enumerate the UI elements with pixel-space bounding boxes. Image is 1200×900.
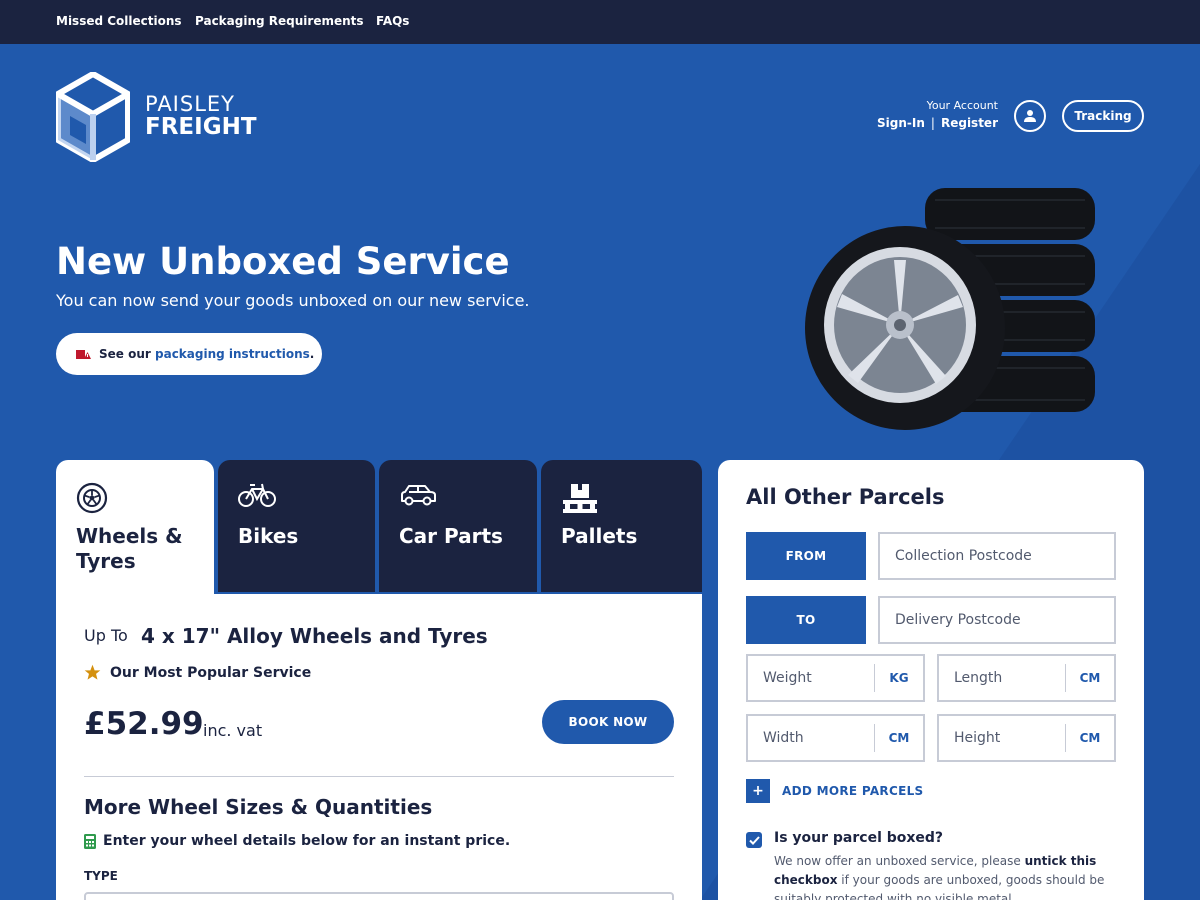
account-caption: Your Account xyxy=(926,99,998,112)
nav-faqs[interactable]: FAQs xyxy=(376,14,409,28)
tab-car-parts[interactable]: Car Parts xyxy=(379,460,537,594)
tab-label-car-parts: Car Parts xyxy=(399,524,503,548)
tab-bikes[interactable]: Bikes xyxy=(218,460,375,594)
more-sizes-title: More Wheel Sizes & Quantities xyxy=(84,795,433,819)
nav-packaging-requirements[interactable]: Packaging Requirements xyxy=(195,14,364,28)
car-icon xyxy=(401,485,436,506)
type-select[interactable] xyxy=(84,892,674,900)
wheel-icon xyxy=(76,482,108,514)
calculator-icon xyxy=(84,833,96,849)
popular-service-badge: Our Most Popular Service xyxy=(84,664,311,681)
pallet-icon xyxy=(563,484,597,513)
tracking-button[interactable]: Tracking xyxy=(1062,100,1144,132)
book-now-button[interactable]: BOOK NOW xyxy=(542,700,674,744)
brand-name[interactable]: PAISLEY FREIGHT xyxy=(145,94,257,139)
brand-line-1: PAISLEY xyxy=(145,92,236,116)
tab-wheels-tyres[interactable]: Wheels & Tyres xyxy=(56,460,214,600)
width-input[interactable] xyxy=(748,716,872,760)
price-vat-note: inc. vat xyxy=(203,721,263,740)
length-field: CM xyxy=(937,654,1116,702)
packaging-warning-icon xyxy=(76,350,91,359)
top-nav-bar: Missed Collections Packaging Requirement… xyxy=(0,0,1200,44)
packaging-instructions-pill[interactable]: See our packaging instructions. xyxy=(56,333,322,375)
hero-subtitle: You can now send your goods unboxed on o… xyxy=(56,291,530,310)
length-unit: CM xyxy=(1079,671,1101,685)
bike-icon xyxy=(238,483,276,507)
account-separator: | xyxy=(930,116,935,130)
service-price: £52.99 xyxy=(84,706,204,742)
pill-prefix: See our xyxy=(99,347,151,361)
service-size: 4 x 17" Alloy Wheels and Tyres xyxy=(141,624,488,648)
height-field: CM xyxy=(937,714,1116,762)
width-unit: CM xyxy=(888,731,910,745)
pill-suffix: . xyxy=(309,347,315,361)
weight-field: KG xyxy=(746,654,925,702)
delivery-postcode-input[interactable] xyxy=(878,596,1116,644)
checkmark-icon xyxy=(748,835,760,845)
tyres-illustration xyxy=(805,188,1095,430)
tab-label-pallets: Pallets xyxy=(561,524,638,548)
collection-postcode-input[interactable] xyxy=(878,532,1116,580)
account-links: Sign-In | Register xyxy=(877,116,998,130)
add-more-parcels-button[interactable]: + ADD MORE PARCELS xyxy=(746,779,923,803)
service-divider xyxy=(84,776,674,777)
logo-cube-icon xyxy=(55,71,131,163)
boxed-question[interactable]: Is your parcel boxed? xyxy=(774,830,943,846)
type-label: TYPE xyxy=(84,869,118,883)
popular-label: Our Most Popular Service xyxy=(110,664,312,681)
height-input[interactable] xyxy=(939,716,1063,760)
weight-input[interactable] xyxy=(748,656,872,700)
to-label: TO xyxy=(746,596,866,644)
register-link[interactable]: Register xyxy=(941,116,998,130)
user-icon xyxy=(1024,110,1036,122)
star-icon xyxy=(84,664,101,680)
width-field: CM xyxy=(746,714,925,762)
hero-title: New Unboxed Service xyxy=(56,240,510,283)
brand-line-2: FREIGHT xyxy=(145,114,257,140)
add-more-label: ADD MORE PARCELS xyxy=(782,784,924,798)
weight-unit: KG xyxy=(889,671,909,685)
length-input[interactable] xyxy=(939,656,1063,700)
height-unit: CM xyxy=(1079,731,1101,745)
more-sizes-hint: Enter your wheel details below for an in… xyxy=(84,833,510,849)
boxed-note: We now offer an unboxed service, please … xyxy=(774,852,1114,900)
tab-pallets[interactable]: Pallets xyxy=(541,460,702,594)
tab-label-bikes: Bikes xyxy=(238,524,299,548)
more-hint-text: Enter your wheel details below for an in… xyxy=(103,833,511,849)
plus-icon: + xyxy=(746,779,770,803)
packaging-instructions-link[interactable]: packaging instructions xyxy=(155,347,310,361)
up-to-label: Up To xyxy=(84,626,128,645)
boxed-note-part-1: We now offer an unboxed service, please xyxy=(774,854,1021,868)
from-label: FROM xyxy=(746,532,866,580)
sign-in-link[interactable]: Sign-In xyxy=(877,116,925,130)
tab-label-wheels-tyres: Wheels & Tyres xyxy=(76,524,183,573)
boxed-checkbox[interactable] xyxy=(746,832,762,848)
account-avatar-button[interactable] xyxy=(1014,100,1046,132)
nav-missed-collections[interactable]: Missed Collections xyxy=(56,14,182,28)
parcel-title: All Other Parcels xyxy=(746,485,945,509)
